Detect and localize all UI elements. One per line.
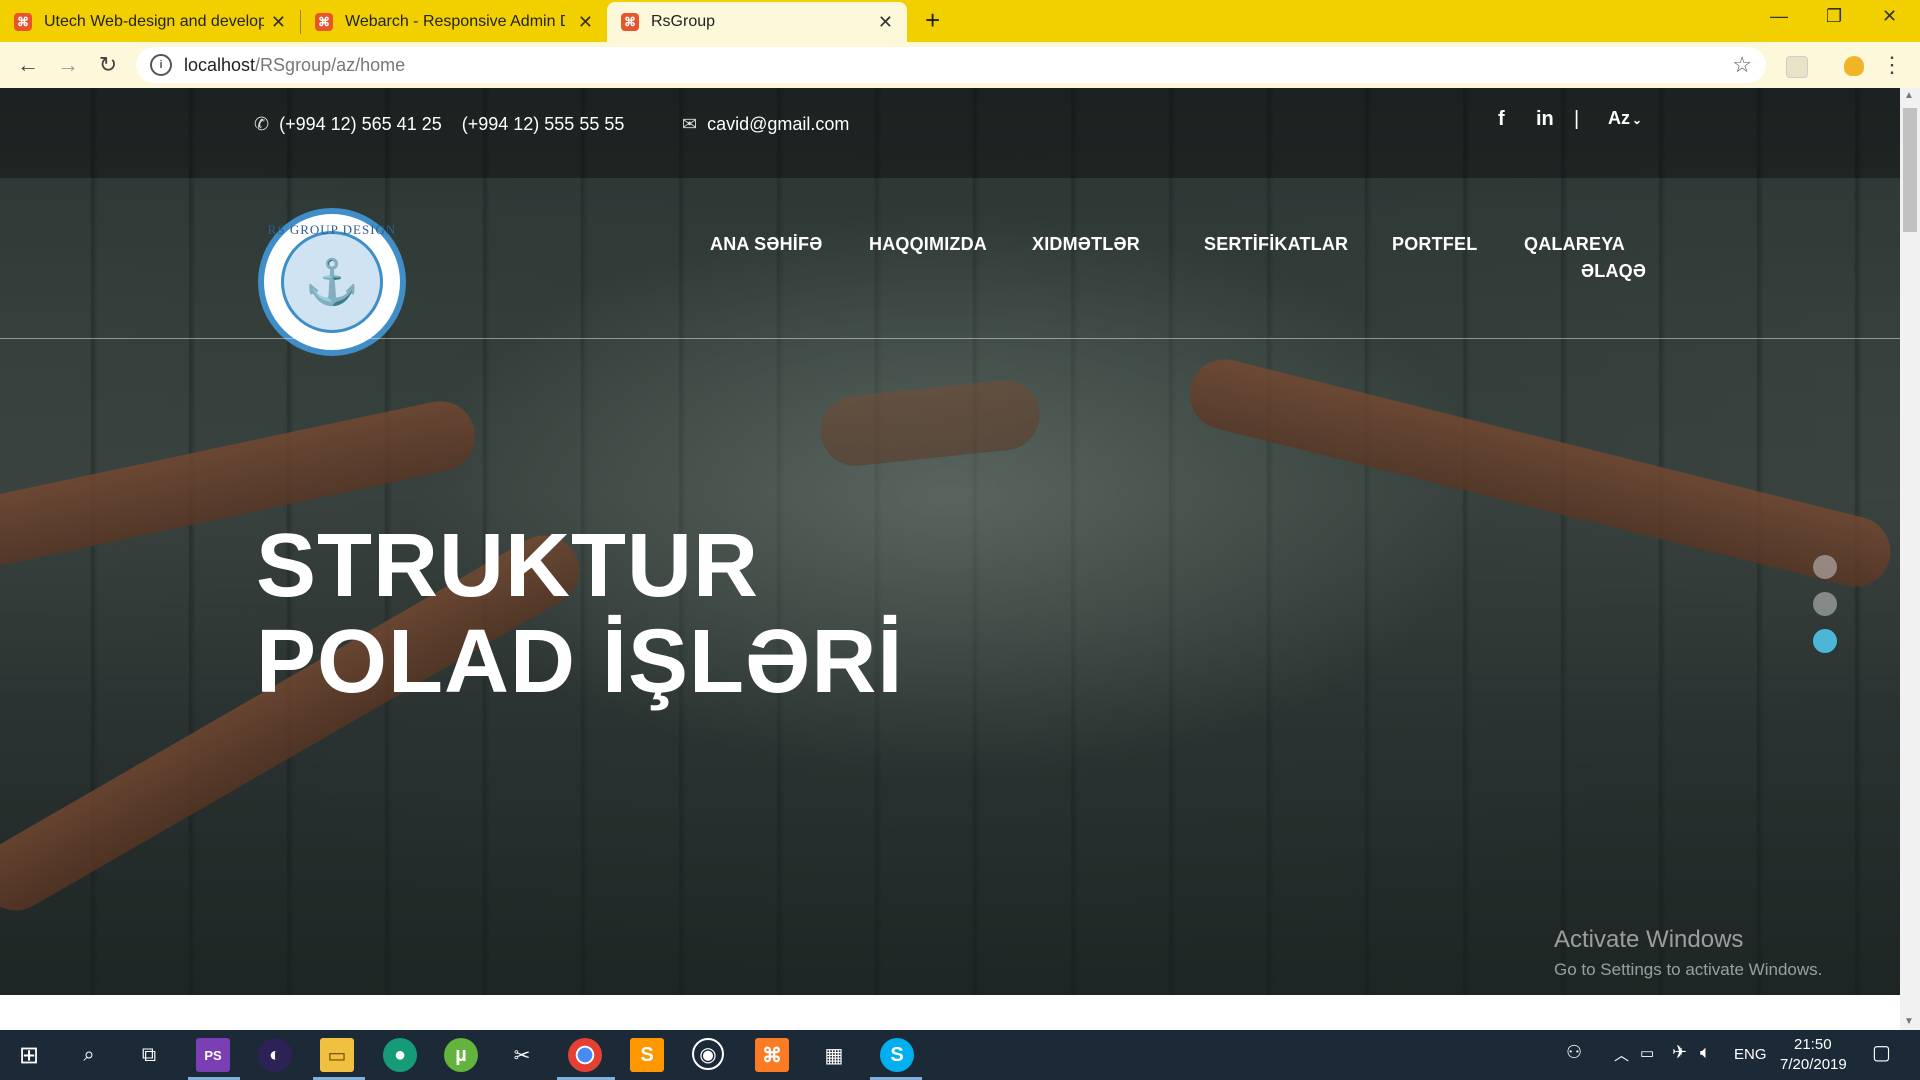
url-path: /RSgroup/az/home <box>255 54 406 75</box>
clock-date[interactable]: 7/20/2019 <box>1780 1056 1847 1073</box>
social-separator: | <box>1574 108 1580 130</box>
phpstorm-icon[interactable]: PS <box>196 1038 230 1072</box>
tab-webarch[interactable]: ⌘ Webarch - Responsive Admin Da ✕ <box>301 2 607 42</box>
tab-title: Utech Web-design and developin <box>44 13 264 30</box>
tab-rsgroup[interactable]: ⌘ RsGroup ✕ <box>607 2 907 42</box>
slider-dot-3[interactable] <box>1813 629 1837 653</box>
skype-icon[interactable]: S <box>880 1038 914 1072</box>
activate-windows-title: Activate Windows <box>1554 926 1744 953</box>
hero-headline: STRUKTUR POLAD İŞLƏRİ <box>256 518 903 710</box>
nav-contact[interactable]: ƏLAQƏ <box>1581 261 1646 282</box>
url-host: localhost <box>184 54 256 75</box>
people-icon[interactable]: ⚇ <box>1566 1042 1582 1063</box>
scrollbar-thumb[interactable] <box>1903 108 1917 232</box>
media-player-icon[interactable]: ◉ <box>692 1038 724 1070</box>
bookmark-star-icon[interactable]: ☆ <box>1732 52 1752 78</box>
address-bar[interactable]: i localhost /RSgroup/az/home ☆ <box>136 47 1766 83</box>
snipping-tool-icon[interactable]: ✂ <box>505 1038 539 1072</box>
language-label: Az <box>1608 108 1630 128</box>
slider-dot-2[interactable] <box>1813 592 1837 616</box>
menu-icon[interactable]: ⋮ <box>1872 52 1912 78</box>
tab-utech[interactable]: ⌘ Utech Web-design and developin ✕ <box>0 2 300 42</box>
tab-close-icon[interactable]: ✕ <box>878 12 893 33</box>
scroll-down-icon[interactable]: ▼ <box>1904 1016 1914 1027</box>
gitkraken-icon[interactable]: ● <box>383 1038 417 1072</box>
utorrent-icon[interactable]: µ <box>444 1038 478 1072</box>
windows-taskbar: ⊞ ⌕ ⧉ PS ◐ ▭ ● µ ✂ S ◉ ⌘ ▦ S ⚇ ︿ ▭ ✈ 🔈︎ … <box>0 1030 1920 1080</box>
browser-toolbar: ← → ↻ i localhost /RSgroup/az/home ☆ ⋮ <box>0 42 1920 88</box>
nav-about[interactable]: HAQQIMIZDA <box>869 234 987 255</box>
xampp-icon[interactable]: ⌘ <box>755 1038 789 1072</box>
contact-bar: ✆ (+994 12) 565 41 25 (+994 12) 555 55 5… <box>0 88 1900 178</box>
logo-text: RS GROUP DESIGN <box>267 222 397 237</box>
linkedin-icon[interactable]: in <box>1536 108 1554 131</box>
close-window-icon[interactable]: ✕ <box>1882 6 1897 27</box>
input-language[interactable]: ENG <box>1734 1046 1767 1063</box>
tab-favicon-icon: ⌘ <box>14 13 32 31</box>
slider-dot-1[interactable] <box>1813 555 1837 579</box>
facebook-icon[interactable]: f <box>1498 108 1505 131</box>
phone-contact: ✆ (+994 12) 565 41 25 (+994 12) 555 55 5… <box>254 114 624 135</box>
volume-icon[interactable]: 🔈︎ <box>1700 1042 1711 1063</box>
page-viewport: ✆ (+994 12) 565 41 25 (+994 12) 555 55 5… <box>0 88 1900 1030</box>
headline-line-1: STRUKTUR <box>256 516 759 616</box>
hero-slider: ✆ (+994 12) 565 41 25 (+994 12) 555 55 5… <box>0 88 1900 995</box>
eclipse-icon[interactable]: ◐ <box>258 1038 292 1072</box>
clock-time[interactable]: 21:50 <box>1794 1036 1832 1053</box>
extension-bulb-icon[interactable] <box>1844 56 1864 76</box>
email-contact: ✉ cavid@gmail.com <box>682 114 849 135</box>
search-icon[interactable]: ⌕ <box>72 1038 106 1072</box>
back-icon[interactable]: ← <box>8 52 48 78</box>
tab-favicon-icon: ⌘ <box>315 13 333 31</box>
site-logo[interactable]: RS GROUP DESIGN ⚓ <box>258 208 406 356</box>
minimize-icon[interactable]: — <box>1770 6 1788 27</box>
phone-icon: ✆ <box>254 114 270 134</box>
tray-expand-icon[interactable]: ︿ <box>1614 1044 1629 1065</box>
nav-portfolio[interactable]: PORTFEL <box>1392 234 1477 255</box>
phone-number-2[interactable]: (+994 12) 555 55 55 <box>462 114 625 135</box>
forward-icon[interactable]: → <box>48 52 88 78</box>
chrome-icon[interactable] <box>568 1038 602 1072</box>
scroll-up-icon[interactable]: ▲ <box>1904 90 1914 101</box>
header-divider <box>0 338 1900 339</box>
reload-icon[interactable]: ↻ <box>88 52 128 78</box>
restore-icon[interactable]: ❐ <box>1826 6 1842 27</box>
email-address[interactable]: cavid@gmail.com <box>707 114 849 135</box>
nav-services[interactable]: XIDMƏTLƏR <box>1032 234 1140 255</box>
windows-start-icon[interactable]: ⊞ <box>12 1038 46 1072</box>
battery-icon[interactable]: ▭ <box>1640 1044 1654 1062</box>
calculator-icon[interactable]: ▦ <box>817 1038 851 1072</box>
tab-title: RsGroup <box>651 13 716 30</box>
headline-line-2: POLAD İŞLƏRİ <box>256 612 904 712</box>
tab-close-icon[interactable]: ✕ <box>271 12 286 33</box>
site-info-icon[interactable]: i <box>150 54 172 76</box>
task-view-icon[interactable]: ⧉ <box>132 1038 166 1072</box>
nav-gallery[interactable]: QALAREYA <box>1524 234 1625 255</box>
email-icon: ✉ <box>682 114 698 134</box>
phone-number-1[interactable]: (+994 12) 565 41 25 <box>279 114 442 135</box>
new-tab-icon[interactable]: + <box>925 5 940 36</box>
tab-title: Webarch - Responsive Admin Da <box>345 13 565 30</box>
file-explorer-icon[interactable]: ▭ <box>320 1038 354 1072</box>
browser-tab-bar: ⌘ Utech Web-design and developin ✕ ⌘ Web… <box>0 0 1920 42</box>
airplane-mode-icon[interactable]: ✈ <box>1672 1042 1687 1063</box>
language-selector[interactable]: Az ⌄ <box>1608 108 1642 129</box>
tab-favicon-icon: ⌘ <box>621 13 639 31</box>
chevron-down-icon: ⌄ <box>1632 113 1643 127</box>
activate-windows-subtitle: Go to Settings to activate Windows. <box>1554 960 1823 979</box>
tab-close-icon[interactable]: ✕ <box>578 12 593 33</box>
nav-certificates[interactable]: SERTİFİKATLAR <box>1204 234 1348 255</box>
action-center-icon[interactable]: ▢ <box>1872 1040 1891 1065</box>
sublime-text-icon[interactable]: S <box>630 1038 664 1072</box>
extension-icon[interactable] <box>1786 56 1808 78</box>
anchor-icon: ⚓ <box>281 231 383 333</box>
nav-home[interactable]: ANA SƏHİFƏ <box>710 234 822 255</box>
